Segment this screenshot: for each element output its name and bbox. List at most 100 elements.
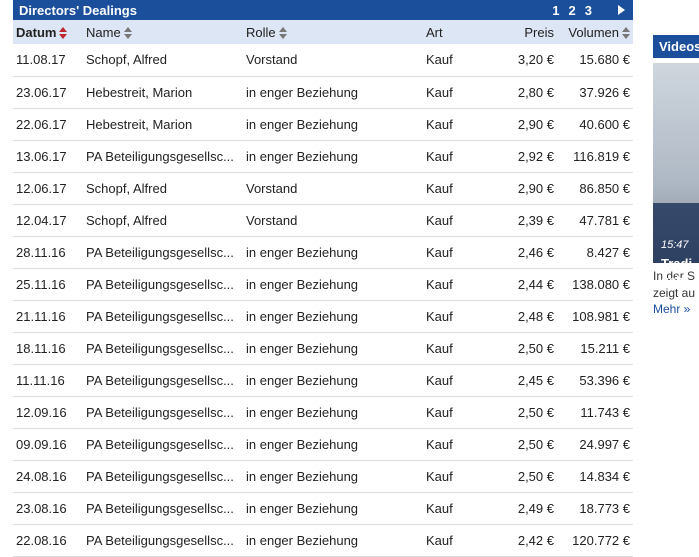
- videos-heading: Videos: [653, 35, 699, 58]
- date-cell: 12.09.16: [16, 404, 67, 420]
- table-row[interactable]: 09.09.16 PA Beteiligungsgesellsc... in eng…: [13, 428, 633, 460]
- type-cell: Kauf: [426, 372, 453, 388]
- volume-cell: 138.080 €: [572, 276, 630, 292]
- volume-cell: 53.396 €: [579, 372, 630, 388]
- name-cell[interactable]: PA Beteiligungsgesellsc...: [83, 428, 243, 460]
- price-cell: 2,44 €: [517, 276, 554, 292]
- role-cell: in enger Beziehung: [246, 308, 359, 324]
- name-cell[interactable]: PA Beteiligungsgesellsc...: [83, 492, 243, 524]
- column-header-date[interactable]: Datum: [13, 20, 83, 44]
- role-cell: in enger Beziehung: [246, 404, 359, 420]
- volume-cell: 86.850 €: [579, 180, 630, 196]
- video-caption-overlay: [653, 203, 699, 263]
- type-cell: Kauf: [426, 84, 453, 100]
- name-cell[interactable]: PA Beteiligungsgesellsc...: [83, 524, 243, 556]
- sort-arrows-icon[interactable]: [278, 27, 287, 40]
- name-cell[interactable]: Schopf, Alfred: [83, 172, 243, 204]
- table-row[interactable]: 12.09.16 PA Beteiligungsgesellsc... in eng…: [13, 396, 633, 428]
- name-cell[interactable]: PA Beteiligungsgesellsc...: [83, 460, 243, 492]
- date-cell: 24.08.16: [16, 468, 67, 484]
- volume-cell: 47.781 €: [579, 212, 630, 228]
- more-link[interactable]: Mehr »: [653, 302, 699, 316]
- name-cell[interactable]: Hebestreit, Marion: [83, 108, 243, 140]
- type-cell: Kauf: [426, 180, 453, 196]
- table-row[interactable]: 24.08.16 PA Beteiligungsgesellsc... in eng…: [13, 460, 633, 492]
- column-header-role[interactable]: Rolle: [243, 20, 423, 44]
- table-row[interactable]: 25.11.16 PA Beteiligungsgesellsc... in eng…: [13, 268, 633, 300]
- table-row[interactable]: 23.06.17 Hebestreit, Marion in enger Bezie…: [13, 76, 633, 108]
- volume-cell: 15.680 €: [579, 52, 630, 68]
- price-cell: 2,50 €: [517, 340, 554, 356]
- sort-arrows-icon[interactable]: [622, 27, 630, 40]
- type-cell: Kauf: [426, 148, 453, 164]
- table-row[interactable]: 22.08.16 PA Beteiligungsgesellsc... in eng…: [13, 524, 633, 556]
- date-cell: 13.06.17: [16, 148, 67, 164]
- volume-cell: 116.819 €: [573, 148, 630, 164]
- page-1-link[interactable]: 1: [552, 3, 559, 18]
- role-cell: Vorstand: [246, 180, 298, 196]
- name-cell[interactable]: Schopf, Alfred: [83, 44, 243, 76]
- column-header-volume[interactable]: Volumen: [557, 20, 633, 44]
- column-header-type: Art: [426, 24, 443, 40]
- page-2-link[interactable]: 2: [569, 3, 576, 18]
- type-cell: Kauf: [426, 116, 453, 132]
- name-cell[interactable]: PA Beteiligungsgesellsc...: [83, 300, 243, 332]
- price-cell: 2,48 €: [517, 308, 554, 324]
- role-cell: in enger Beziehung: [246, 148, 359, 164]
- price-cell: 2,90 €: [517, 180, 554, 196]
- role-cell: in enger Beziehung: [246, 436, 359, 452]
- videos-sidebar: Videos 15:47 Tradi geht In der S zeigt a…: [653, 35, 699, 316]
- type-cell: Kauf: [426, 212, 453, 228]
- date-cell: 11.11.16: [16, 372, 65, 388]
- name-cell[interactable]: PA Beteiligungsgesellsc...: [83, 332, 243, 364]
- price-cell: 2,46 €: [517, 244, 554, 260]
- panel-header: Directors' Dealings 1 2 3: [13, 0, 633, 20]
- table-row[interactable]: 18.11.16 PA Beteiligungsgesellsc... in eng…: [13, 332, 633, 364]
- date-cell: 12.04.17: [16, 212, 67, 228]
- sort-arrows-icon[interactable]: [59, 27, 68, 40]
- page-3-link[interactable]: 3: [585, 3, 592, 18]
- table-row[interactable]: 28.11.16 PA Beteiligungsgesellsc... in eng…: [13, 236, 633, 268]
- table-header-row: Datum Name Rolle Art Preis Volumen: [13, 20, 633, 44]
- table-row[interactable]: 11.11.16 PA Beteiligungsgesellsc... in eng…: [13, 364, 633, 396]
- role-cell: in enger Beziehung: [246, 468, 359, 484]
- sort-arrows-icon[interactable]: [123, 27, 132, 40]
- name-cell[interactable]: Hebestreit, Marion: [83, 76, 243, 108]
- triangle-right-icon[interactable]: [618, 5, 625, 15]
- price-cell: 2,50 €: [517, 468, 554, 484]
- table-row[interactable]: 21.11.16 PA Beteiligungsgesellsc... in eng…: [13, 300, 633, 332]
- role-cell: in enger Beziehung: [246, 500, 359, 516]
- role-cell: in enger Beziehung: [246, 532, 359, 548]
- name-cell[interactable]: PA Beteiligungsgesellsc...: [83, 396, 243, 428]
- name-cell[interactable]: PA Beteiligungsgesellsc...: [83, 364, 243, 396]
- type-cell: Kauf: [426, 340, 453, 356]
- panel-title: Directors' Dealings: [19, 2, 137, 18]
- role-cell: in enger Beziehung: [246, 276, 359, 292]
- price-cell: 3,20 €: [517, 52, 554, 68]
- volume-cell: 120.772 €: [572, 532, 630, 548]
- date-cell: 28.11.16: [16, 244, 66, 260]
- volume-cell: 37.926 €: [579, 84, 630, 100]
- table-row[interactable]: 13.06.17 PA Beteiligungsgesellsc... in eng…: [13, 140, 633, 172]
- name-cell[interactable]: Schopf, Alfred: [83, 204, 243, 236]
- table-row[interactable]: 22.06.17 Hebestreit, Marion in enger Bezie…: [13, 108, 633, 140]
- table-row[interactable]: 23.08.16 PA Beteiligungsgesellsc... in eng…: [13, 492, 633, 524]
- name-cell[interactable]: PA Beteiligungsgesellsc...: [83, 268, 243, 300]
- price-cell: 2,45 €: [517, 372, 554, 388]
- date-cell: 22.06.17: [16, 116, 67, 132]
- price-cell: 2,90 €: [517, 116, 554, 132]
- table-row[interactable]: 11.08.17 Schopf, Alfred Vorstand Kauf 3,20 €…: [13, 44, 633, 76]
- video-caption[interactable]: Tradi geht: [661, 255, 692, 289]
- table-row[interactable]: 12.04.17 Schopf, Alfred Vorstand Kauf 2,39 €…: [13, 204, 633, 236]
- name-cell[interactable]: PA Beteiligungsgesellsc...: [83, 236, 243, 268]
- table-row[interactable]: 12.06.17 Schopf, Alfred Vorstand Kauf 2,90 €…: [13, 172, 633, 204]
- video-thumbnail[interactable]: 15:47 Tradi geht: [653, 63, 699, 288]
- date-cell: 22.08.16: [16, 532, 67, 548]
- name-cell[interactable]: PA Beteiligungsgesellsc...: [83, 140, 243, 172]
- column-header-name[interactable]: Name: [83, 20, 243, 44]
- column-header-price: Preis: [524, 24, 554, 40]
- type-cell: Kauf: [426, 532, 453, 548]
- volume-cell: 11.743 €: [580, 404, 630, 420]
- type-cell: Kauf: [426, 52, 453, 68]
- role-cell: Vorstand: [246, 52, 298, 68]
